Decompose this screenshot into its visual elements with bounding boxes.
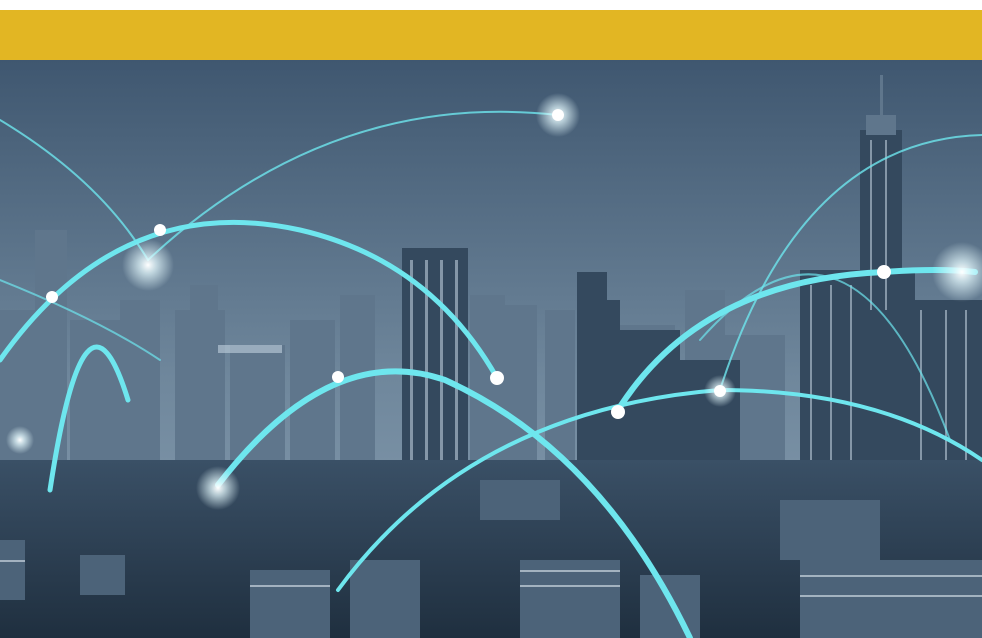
city-network-illustration	[0, 60, 982, 638]
city-network-photo	[0, 60, 982, 638]
yellow-banner	[0, 10, 982, 60]
top-margin	[0, 0, 982, 10]
